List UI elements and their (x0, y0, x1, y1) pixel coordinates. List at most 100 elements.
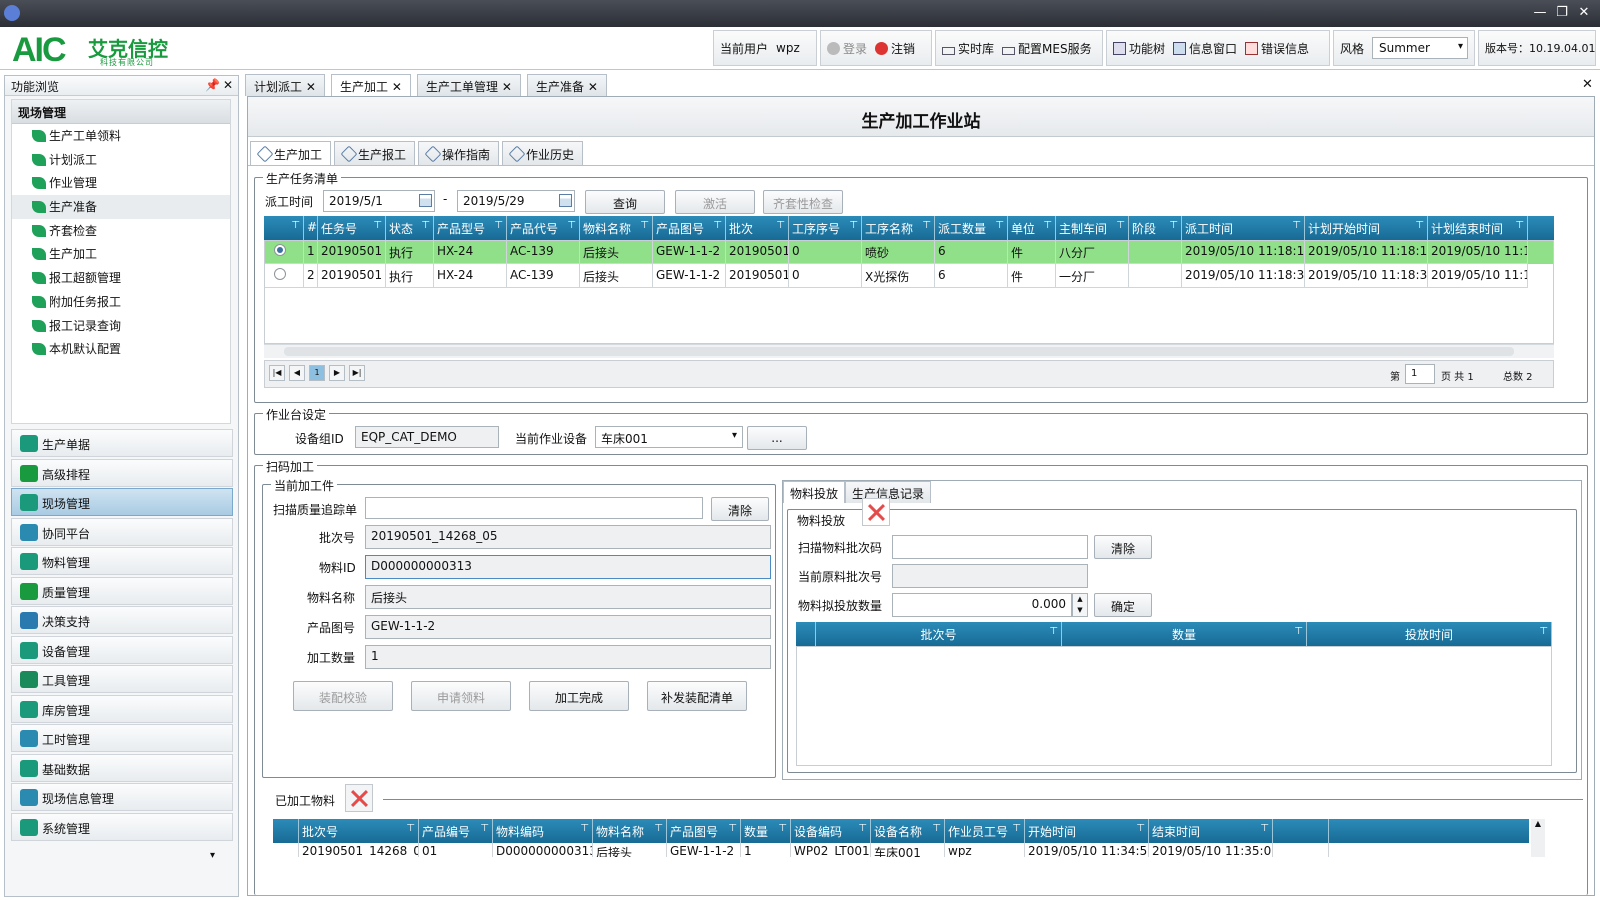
processed-col-header[interactable]: 产品图号 ⊤ (667, 819, 741, 843)
scan-trace-input[interactable] (365, 497, 703, 519)
batch-field[interactable]: 20190501_14268_05 (365, 525, 771, 549)
page-input[interactable]: 1 (1405, 364, 1435, 384)
feed-scan-input[interactable] (892, 535, 1088, 559)
realtime-db-button[interactable]: 实时库 (942, 40, 994, 57)
tree-item[interactable]: 作业管理 (12, 171, 230, 195)
next-page-icon[interactable]: ▶ (329, 365, 345, 381)
feed-current-field[interactable] (892, 564, 1088, 588)
processed-col-header[interactable]: 作业员工号 ⊤ (945, 819, 1025, 843)
nav-more-icon[interactable]: ▾ (210, 850, 215, 861)
processed-row[interactable]: 20190501_14268_01 01 D000000000313 后接头 GEW-1… (273, 843, 1529, 857)
processed-col-header[interactable]: 产品编号 ⊤ (419, 819, 493, 843)
scan-clear-button[interactable]: 清除 (711, 497, 769, 521)
matname-field[interactable]: 后接头 (365, 585, 771, 609)
task-grid-scrollbar[interactable] (264, 344, 1554, 358)
nav-item[interactable]: 协同平台 (11, 517, 233, 546)
tree-item[interactable]: 生产工单领料 (12, 124, 230, 148)
row-radio[interactable] (274, 244, 286, 256)
config-mes-button[interactable]: 配置MES服务 (1002, 40, 1092, 57)
close-window-button[interactable]: ✕ (1574, 4, 1594, 22)
task-col-header[interactable]: 产品型号 ⊤ (434, 216, 507, 240)
restore-button[interactable]: ❐ (1552, 4, 1572, 22)
nav-item[interactable]: 高级排程 (11, 458, 233, 487)
tree-item[interactable]: 附加任务报工 (12, 290, 230, 314)
matid-field[interactable]: D000000000313 (365, 555, 771, 579)
task-col-header[interactable]: 阶段 ⊤ (1129, 216, 1182, 240)
inner-tab[interactable]: 生产加工 (250, 141, 332, 165)
processed-col-header[interactable]: 开始时间 ⊤ (1025, 819, 1149, 843)
activate-button[interactable]: 激活 (675, 190, 755, 214)
login-button[interactable]: 登录 (827, 40, 867, 57)
task-col-header[interactable]: 状态 ⊤ (386, 216, 434, 240)
close-tab-icon[interactable]: ✕ (306, 80, 316, 94)
process-done-button[interactable]: 加工完成 (529, 681, 629, 711)
close-all-tabs-icon[interactable]: ✕ (1582, 77, 1593, 92)
page-button[interactable]: 1 (309, 365, 325, 381)
info-window-button[interactable]: 信息窗口 (1173, 40, 1237, 57)
close-panel-icon[interactable]: ✕ (223, 78, 233, 92)
task-col-header[interactable]: 产品代号 ⊤ (507, 216, 580, 240)
pin-icon[interactable]: 📌 (205, 78, 220, 92)
task-col-header[interactable]: 工序序号 ⊤ (789, 216, 862, 240)
minimize-button[interactable]: — (1530, 4, 1550, 22)
processed-col-header[interactable]: 物料编码 ⊤ (493, 819, 593, 843)
table-row[interactable]: 2 20190501 执行 HX-24 AC-139 后接头 GEW-1-1-2 201905… (264, 264, 1554, 288)
processed-delete-icon[interactable] (345, 784, 373, 812)
processed-col-header[interactable] (273, 819, 299, 843)
processed-scrollbar[interactable]: ▲ (1531, 819, 1545, 857)
logout-button[interactable]: 注销 (875, 40, 915, 57)
task-col-header[interactable]: 派工数量 ⊤ (935, 216, 1008, 240)
feed-clear-button[interactable]: 清除 (1094, 535, 1152, 559)
processed-col-header[interactable]: 物料名称 ⊤ (593, 819, 667, 843)
doc-tab[interactable]: 计划派工 ✕ (245, 74, 325, 96)
scroll-thumb[interactable] (284, 347, 1514, 356)
close-tab-icon[interactable]: ✕ (588, 80, 598, 94)
processed-col-header[interactable] (1273, 819, 1329, 843)
close-tab-icon[interactable]: ✕ (502, 80, 512, 94)
task-col-header[interactable]: ⊤ (264, 216, 304, 240)
assembly-check-button[interactable]: 装配校验 (293, 681, 393, 711)
task-col-header[interactable]: 单位 ⊤ (1008, 216, 1056, 240)
nav-item[interactable]: 生产单据 (11, 429, 233, 457)
feed-ok-button[interactable]: 确定 (1094, 593, 1152, 617)
task-col-header[interactable]: 产品图号 ⊤ (653, 216, 726, 240)
qty-field[interactable]: 1 (365, 645, 771, 669)
nav-item[interactable]: 工具管理 (11, 665, 233, 693)
device-more-button[interactable]: ... (747, 426, 807, 450)
processed-col-header[interactable]: 数量 ⊤ (741, 819, 791, 843)
tree-item[interactable]: 报工记录查询 (12, 314, 230, 338)
close-tab-icon[interactable]: ✕ (392, 80, 402, 94)
nav-item[interactable]: 基础数据 (11, 753, 233, 782)
tree-group-header[interactable]: 现场管理 (12, 100, 230, 124)
doc-tab[interactable]: 生产工单管理 ✕ (417, 74, 521, 96)
inner-tab[interactable]: 操作指南 (418, 141, 500, 165)
task-col-header[interactable]: 派工时间 ⊤ (1182, 216, 1305, 240)
row-radio[interactable] (274, 268, 286, 280)
feed-qty-input[interactable]: 0.000 (892, 593, 1072, 617)
tab-material-feed[interactable]: 物料投放 (783, 481, 846, 503)
nav-item[interactable]: 工时管理 (11, 724, 233, 752)
task-col-header[interactable]: 物料名称 ⊤ (580, 216, 653, 240)
prev-page-icon[interactable]: ◀ (289, 365, 305, 381)
feed-delete-icon[interactable] (862, 498, 890, 526)
qty-spinner-icon[interactable]: ▲ ▼ (1072, 593, 1088, 617)
processed-col-header[interactable]: 设备编码 ⊤ (791, 819, 871, 843)
nav-item[interactable]: 设备管理 (11, 635, 233, 664)
feed-col-time[interactable]: 投放时间 ⊤ (1307, 622, 1552, 646)
tree-item[interactable]: 齐套检查 (12, 219, 230, 243)
query-button[interactable]: 查询 (585, 190, 665, 214)
task-col-header[interactable]: 主制车间 ⊤ (1056, 216, 1129, 240)
device-select[interactable]: 车床001 ▾ (595, 426, 743, 448)
group-id-field[interactable]: EQP_CAT_DEMO (355, 426, 499, 448)
drawing-field[interactable]: GEW-1-1-2 (365, 615, 771, 639)
feed-col-qty[interactable]: 数量 ⊤ (1062, 622, 1307, 646)
tree-item[interactable]: 报工超额管理 (12, 266, 230, 290)
nav-item[interactable]: 库房管理 (11, 694, 233, 723)
inner-tab[interactable]: 生产报工 (334, 141, 416, 165)
table-row[interactable]: 1 20190501 执行 HX-24 AC-139 后接头 GEW-1-1-2 201905… (264, 240, 1554, 264)
feed-col-batch[interactable]: 批次号 ⊤ (816, 622, 1062, 646)
error-info-button[interactable]: 错误信息 (1245, 40, 1309, 57)
nav-item[interactable]: 现场管理 (11, 488, 233, 516)
nav-item[interactable]: 物料管理 (11, 547, 233, 575)
calendar-icon[interactable] (559, 194, 572, 207)
